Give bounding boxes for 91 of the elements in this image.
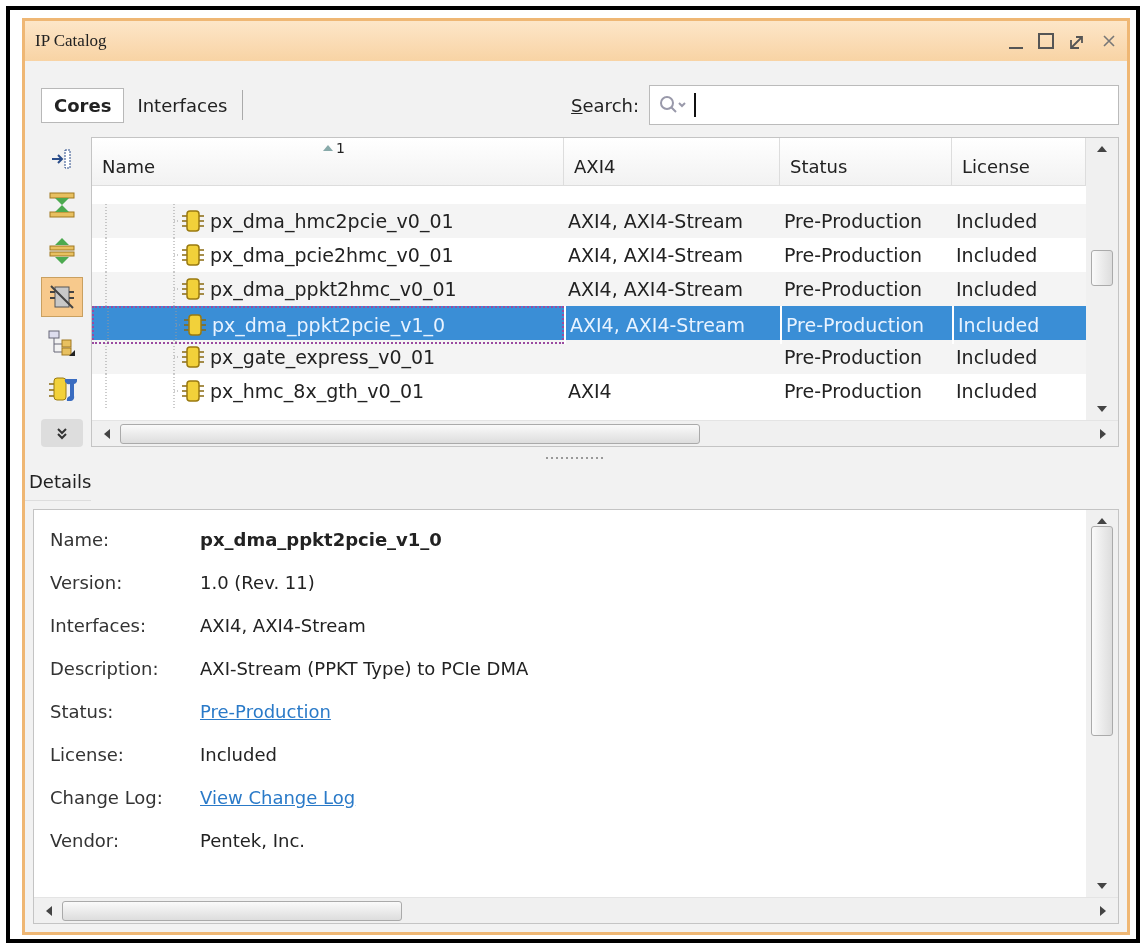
table-cell-text: px_dma_hmc2pcie_v0_01 <box>209 210 454 232</box>
field-label: Change Log: <box>50 787 163 808</box>
field-label: Version: <box>50 572 123 593</box>
table-cell-text: Pre-Production <box>783 346 923 368</box>
scroll-left-icon[interactable] <box>44 903 54 918</box>
table-row[interactable]: px_dma_ppkt2hmc_v0_01 AXI4, AXI4-Stream Pre-Production Included <box>92 272 1086 306</box>
horizontal-scrollbar[interactable] <box>92 420 1118 446</box>
scroll-left-icon[interactable] <box>102 426 112 441</box>
field-label: License: <box>50 744 124 765</box>
chip-icon <box>180 378 206 404</box>
field-value: Pentek, Inc. <box>200 830 306 851</box>
table-cell-text: px_dma_ppkt2hmc_v0_01 <box>209 278 457 300</box>
field-label: Vendor: <box>50 830 119 851</box>
table-cell-text: Included <box>955 210 1038 232</box>
vertical-scrollbar[interactable] <box>1086 138 1118 420</box>
scroll-up-icon[interactable] <box>1095 144 1109 154</box>
maximize-button[interactable] <box>1037 32 1055 50</box>
horizontal-scrollbar[interactable] <box>34 897 1118 923</box>
scrollbar-thumb[interactable] <box>120 423 700 444</box>
arrow-into-bar-icon <box>50 147 74 171</box>
scroll-down-icon[interactable] <box>1095 881 1109 891</box>
field-value: px_dma_ppkt2pcie_v1_0 <box>200 529 442 550</box>
scroll-down-icon[interactable] <box>1095 404 1109 414</box>
table-cell-text: px_hmc_8x_gth_v0_01 <box>209 380 425 402</box>
scroll-right-icon[interactable] <box>1098 903 1108 918</box>
chip-icon <box>180 208 206 234</box>
field-label: Interfaces: <box>50 615 147 636</box>
search-field[interactable] <box>649 85 1119 125</box>
chip-icon <box>182 312 208 338</box>
table-row[interactable]: px_hmc_8x_gth_v0_01 AXI4 Pre-Production Included <box>92 374 1086 408</box>
panel-title: Details <box>25 469 92 501</box>
chip-icon <box>180 276 206 302</box>
field-label: Status: <box>50 701 114 722</box>
table-cell-text: Included <box>955 278 1038 300</box>
link[interactable]: Pre-Production <box>200 701 331 722</box>
column-header[interactable]: Status <box>790 156 848 177</box>
field-label: Description: <box>50 658 159 679</box>
sort-rank: 1 <box>336 140 345 156</box>
table-row[interactable]: px_dma_hmc2pcie_v0_01 AXI4, AXI4-Stream Pre-Production Included <box>92 204 1086 238</box>
search-label: Search: <box>571 94 639 116</box>
minimize-icon <box>1009 47 1023 49</box>
field-value: 1.0 (Rev. 11) <box>200 572 315 593</box>
table-cell-text: Pre-Production <box>783 210 923 232</box>
link[interactable]: View Change Log <box>200 787 356 808</box>
toolbar-button[interactable] <box>41 419 83 447</box>
window-title: IP Catalog <box>35 31 108 51</box>
table-cell-text: Included <box>955 346 1038 368</box>
table-cell-text: px_dma_ppkt2pcie_v1_0 <box>211 314 446 336</box>
table-cell-text: AXI4 <box>567 380 612 402</box>
tab[interactable]: Interfaces <box>124 87 241 123</box>
scrollbar-thumb[interactable] <box>62 900 402 921</box>
splitter-grip[interactable] <box>546 456 606 460</box>
table-cell-text: Pre-Production <box>783 380 923 402</box>
chip-icon <box>180 242 206 268</box>
scrollbar-thumb[interactable] <box>1091 526 1113 736</box>
table-cell-text: AXI4, AXI4-Stream <box>567 244 744 266</box>
scrollbar-thumb[interactable] <box>1091 250 1113 286</box>
close-button[interactable] <box>1101 33 1117 49</box>
field-value: AXI-Stream (PPKT Type) to PCIe DMA <box>200 658 529 679</box>
maximize-icon <box>1037 32 1055 50</box>
table-cell-text: Included <box>957 314 1040 336</box>
chip-wrench-icon <box>47 374 77 404</box>
table-cell-text: px_dma_pcie2hmc_v0_01 <box>209 244 454 266</box>
table-row[interactable]: px_dma_pcie2hmc_v0_01 AXI4, AXI4-Stream Pre-Production Included <box>92 238 1086 272</box>
double-triangle-icon <box>47 236 77 266</box>
chevron-down-icon <box>55 425 69 441</box>
table-cell-text: Pre-Production <box>785 314 925 336</box>
table-cell-text: Pre-Production <box>783 278 923 300</box>
close-icon <box>1101 33 1117 49</box>
column-header[interactable]: Name <box>102 156 156 177</box>
table-row[interactable]: px_gate_express_v0_01 Pre-Production Included <box>92 340 1086 374</box>
toolbar-button[interactable] <box>41 277 83 317</box>
column-header[interactable]: AXI4 <box>574 156 616 177</box>
table-cell-text: AXI4, AXI4-Stream <box>567 210 744 232</box>
tab[interactable]: Cores <box>41 87 125 123</box>
table-cell-text: AXI4, AXI4-Stream <box>569 314 746 336</box>
table-cell-text: Pre-Production <box>783 244 923 266</box>
field-label: Name: <box>50 529 110 550</box>
sort-arrow-icon <box>322 144 334 152</box>
field-value: Included <box>200 744 277 765</box>
scroll-right-icon[interactable] <box>1098 426 1108 441</box>
table-cell-text: px_gate_express_v0_01 <box>209 346 436 368</box>
tree-icon <box>47 328 77 358</box>
hourglass-icon <box>47 190 77 220</box>
chip-icon <box>180 344 206 370</box>
vertical-scrollbar[interactable] <box>1086 510 1118 897</box>
field-value: AXI4, AXI4-Stream <box>200 615 366 636</box>
table-cell-text: Included <box>955 244 1038 266</box>
table-cell-text: Included <box>955 380 1038 402</box>
column-header[interactable]: License <box>962 156 1030 177</box>
table-cell-text: AXI4, AXI4-Stream <box>567 278 744 300</box>
